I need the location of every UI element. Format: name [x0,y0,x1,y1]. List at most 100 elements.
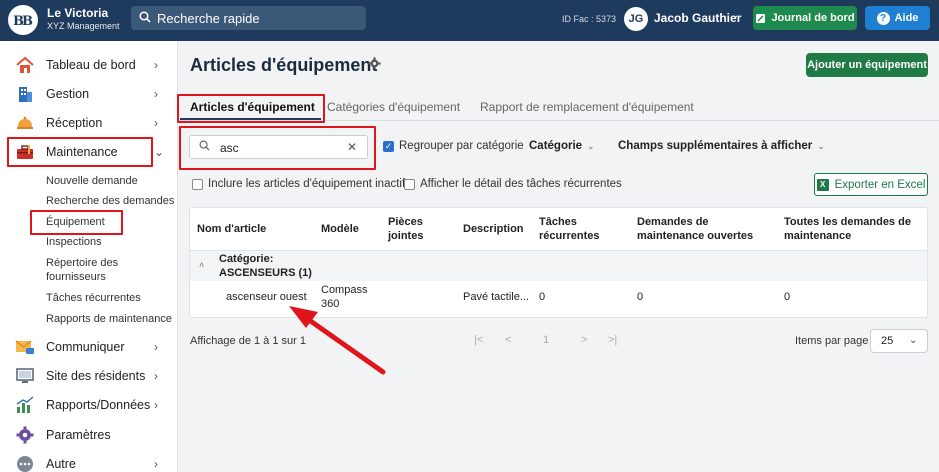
show-recurring-checkbox[interactable] [404,179,415,190]
sidebar-item-label: Paramètres [46,428,111,442]
avatar[interactable]: JG [624,7,648,31]
house-icon [15,55,35,75]
chevron-right-icon: › [154,87,158,101]
search-value: asc [220,141,239,155]
journal-button-label: Journal de bord [771,12,855,24]
chevron-right-icon: › [154,398,158,412]
column-header[interactable]: Toutes les demandes de maintenance [784,215,919,243]
collapse-icon[interactable]: ˄ [199,260,204,270]
search-icon [139,10,151,26]
gear-icon [15,425,35,445]
quick-search-placeholder: Recherche rapide [157,10,260,26]
sidebar-item-label: Site des résidents [46,369,146,383]
prev-page-button[interactable]: < [505,334,511,346]
bell-icon [15,113,35,133]
toolbox-icon [15,142,35,162]
category-group-name: ASCENSEURS (1) [219,267,312,279]
sidebar-subitem-equipment[interactable]: Équipement [46,216,105,229]
category-dropdown[interactable]: Catégorie ⌄ [529,140,595,152]
export-excel-label: Exporter en Excel [834,178,926,191]
add-equipment-button[interactable]: Ajouter un équipement [806,53,928,77]
sidebar-item-management[interactable]: Gestion › [0,81,178,107]
sidebar-item-reports[interactable]: Rapports/Données › [0,392,178,418]
journal-button[interactable]: Journal de bord [753,6,857,30]
sidebar-subitem-maintenance-reports[interactable]: Rapports de maintenance [46,313,172,326]
chevron-right-icon: › [154,116,158,130]
sidebar-subitem-search-requests[interactable]: Recherche des demandes [46,195,174,208]
tab-divider [178,120,939,121]
chevron-right-icon: › [154,369,158,383]
description-cell: Pavé tactile... [463,291,530,303]
page-title: Articles d'équipement [190,55,378,75]
column-header[interactable]: Demandes de maintenance ouvertes [637,215,777,243]
chevron-down-icon: ⌄ [154,145,165,159]
user-name[interactable]: Jacob Gauthier [654,11,741,25]
logo-mark-icon: B B [13,14,33,28]
include-inactive-label: Inclure les articles d'équipement inacti… [208,178,411,190]
chevron-down-icon: ⌄ [909,335,918,346]
chevron-down-icon[interactable]: ⌄ [731,10,739,21]
category-dropdown-label: Catégorie [529,140,583,152]
tab-equipment-categories[interactable]: Catégories d'équipement [327,100,460,114]
svg-text:B: B [22,14,33,28]
category-group-row[interactable]: ˄ Catégorie: ASCENSEURS (1) [190,251,927,281]
column-header[interactable]: Description [463,222,524,236]
chevron-right-icon: › [154,340,158,354]
column-header[interactable]: Nom d'article [197,222,266,236]
items-per-page-label: Items par page [795,335,869,347]
brand[interactable]: B B Le Victoria XYZ Management [8,5,120,35]
sidebar-item-reception[interactable]: Réception › [0,110,178,136]
building-icon [15,84,35,104]
items-per-page-value: 25 [881,335,894,347]
quick-search-input[interactable]: Recherche rapide [131,6,366,30]
search-input[interactable]: asc ✕ [189,135,368,159]
sidebar-subitem-recurring-tasks[interactable]: Tâches récurrentes [46,292,141,305]
sidebar-item-settings[interactable]: Paramètres [0,422,178,448]
pagination-info: Affichage de 1 à 1 sur 1 [190,335,306,347]
model-cell-line2: 360 [321,298,340,310]
items-per-page-select[interactable]: 25 ⌄ [870,329,928,353]
sidebar-item-label: Tableau de bord [46,58,136,72]
model-cell: Compass [321,284,368,296]
first-page-button[interactable]: |< [474,334,483,346]
help-button[interactable]: ? Aide [865,6,930,30]
column-header[interactable]: Tâches récurrentes [539,215,609,243]
recurring-tasks-cell: 0 [539,291,546,303]
sidebar-item-communicate[interactable]: Communiquer › [0,334,178,360]
extra-fields-dropdown[interactable]: Champs supplémentaires à afficher ⌄ [618,140,825,152]
last-page-button[interactable]: >| [608,334,617,346]
logo: B B [8,5,38,35]
search-icon [199,140,210,154]
top-bar: B B Le Victoria XYZ Management Recherche… [0,0,939,41]
facility-id: ID Fac : 5373 [562,14,617,24]
equipment-table: Nom d'article Modèle Pièces jointes Desc… [189,207,928,318]
export-excel-button[interactable]: X Exporter en Excel [814,173,928,196]
tab-equipment-items[interactable]: Articles d'équipement [190,100,315,114]
gear-icon[interactable] [368,57,381,73]
include-inactive-checkbox[interactable] [192,179,203,190]
sidebar-item-other[interactable]: Autre › [0,451,178,472]
category-group-label: Catégorie: [219,253,274,265]
sidebar-subitem-inspections[interactable]: Inspections [46,236,102,249]
sidebar-item-maintenance[interactable]: Maintenance ⌄ [0,139,178,165]
chevron-down-icon: ⌄ [587,141,595,151]
clear-icon[interactable]: ✕ [347,140,357,154]
sidebar-item-residents-site[interactable]: Site des résidents › [0,363,178,389]
group-by-category-checkbox[interactable]: ✓ [383,141,394,152]
next-page-button[interactable]: > [581,334,587,346]
sidebar-subitem-vendor-directory-line2[interactable]: fournisseurs [46,271,106,284]
sidebar-item-dashboard[interactable]: Tableau de bord › [0,52,178,78]
column-header[interactable]: Pièces jointes [388,215,438,243]
sidebar-item-label: Gestion [46,87,90,101]
sidebar-subitem-vendor-directory[interactable]: Répertoire des [46,257,118,270]
sidebar-subitem-new-request[interactable]: Nouvelle demande [46,175,138,188]
group-by-category-label: Regrouper par catégorie [399,140,524,152]
open-requests-cell: 0 [637,291,644,303]
sidebar: Tableau de bord › Gestion › Réception › … [0,41,178,472]
bar-chart-icon [15,395,35,415]
item-name-link[interactable]: ascenseur ouest [226,290,307,304]
column-header[interactable]: Modèle [321,222,359,236]
show-recurring-label: Afficher le détail des tâches récurrente… [420,178,622,190]
tab-replacement-report[interactable]: Rapport de remplacement d'équipement [480,100,694,114]
current-page[interactable]: 1 [543,334,549,346]
